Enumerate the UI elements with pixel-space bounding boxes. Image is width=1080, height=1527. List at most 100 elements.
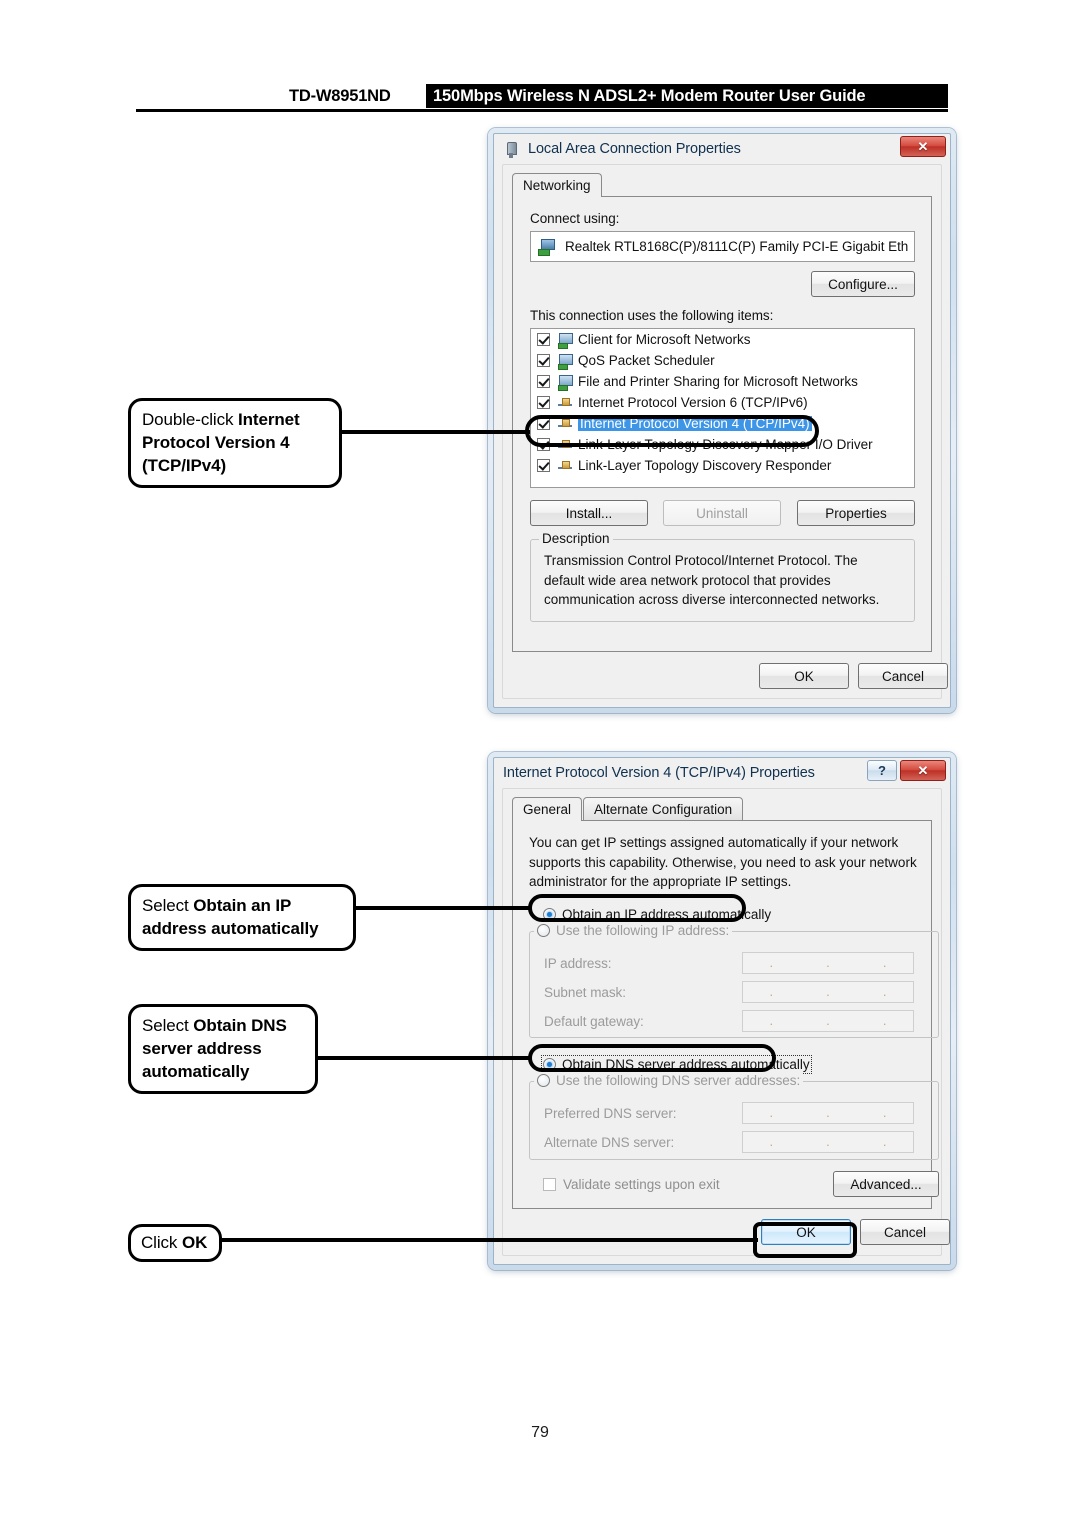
header-model-name: TD-W8951ND — [286, 84, 394, 108]
configure-button[interactable]: Configure... — [811, 271, 915, 297]
dialog1-body: Networking Connect using: Realtek RTL816… — [502, 164, 948, 699]
checkbox-icon[interactable] — [537, 375, 550, 388]
list-item-ipv4[interactable]: Internet Protocol Version 4 (TCP/IPv4) — [531, 413, 914, 434]
dialog2-title: Internet Protocol Version 4 (TCP/IPv4) P… — [503, 765, 815, 781]
list-item-label: Internet Protocol Version 6 (TCP/IPv6) — [578, 395, 808, 410]
list-item[interactable]: Link-Layer Topology Discovery Mapper I/O… — [531, 434, 914, 455]
uninstall-button-label: Uninstall — [696, 505, 748, 521]
header-rule — [136, 109, 948, 112]
list-item-label: Link-Layer Topology Discovery Responder — [578, 458, 832, 473]
intro-text: You can get IP settings assigned automat… — [529, 835, 917, 889]
list-item[interactable]: Link-Layer Topology Discovery Responder — [531, 455, 914, 476]
annotation-select-obtain-dns: Select Obtain DNS server address automat… — [128, 1004, 318, 1094]
monitor-icon — [557, 353, 573, 370]
properties-button[interactable]: Properties — [797, 500, 915, 526]
annotation-double-click-ipv4: Double-click Internet Protocol Version 4… — [128, 398, 342, 488]
annotation-1-plain: Double-click — [142, 410, 239, 429]
network-adapter-icon — [503, 141, 520, 158]
list-item-label: QoS Packet Scheduler — [578, 353, 715, 368]
adapter-name: Realtek RTL8168C(P)/8111C(P) Family PCI-… — [565, 239, 909, 254]
radio-use-following-dns[interactable]: Use the following DNS server addresses: — [534, 1073, 804, 1088]
local-area-connection-properties-window: Local Area Connection Properties ✕ Netwo… — [488, 128, 956, 713]
close-icon[interactable]: ✕ — [900, 760, 946, 781]
close-icon[interactable]: ✕ — [900, 136, 946, 157]
protocol-icon — [557, 459, 573, 473]
dialog1-title: Local Area Connection Properties — [528, 141, 741, 157]
header-guide-title: 150Mbps Wireless N ADSL2+ Modem Router U… — [426, 84, 948, 108]
ip-address-input: ... — [742, 952, 914, 974]
description-text: Transmission Control Protocol/Internet P… — [544, 553, 880, 607]
ok-button[interactable]: OK — [759, 663, 849, 689]
adapter-readonly-field: Realtek RTL8168C(P)/8111C(P) Family PCI-… — [530, 231, 915, 262]
use-following-dns-groupbox: Use the following DNS server addresses: … — [529, 1073, 939, 1160]
dialog1-titlebar[interactable]: Local Area Connection Properties ✕ — [494, 134, 950, 164]
subnet-mask-label: Subnet mask: — [544, 985, 626, 1000]
leader-line-3 — [316, 1056, 532, 1060]
properties-button-label: Properties — [825, 505, 887, 521]
tab-alternate-configuration[interactable]: Alternate Configuration — [583, 797, 744, 820]
checkbox-icon[interactable] — [537, 396, 550, 409]
radio-use-ip-label: Use the following IP address: — [556, 923, 730, 938]
default-gateway-input: ... — [742, 1010, 914, 1032]
leader-line-4 — [218, 1238, 758, 1242]
list-item[interactable]: QoS Packet Scheduler — [531, 350, 914, 371]
validate-settings-checkbox[interactable]: Validate settings upon exit — [543, 1177, 720, 1192]
checkbox-icon[interactable] — [543, 1178, 556, 1191]
alternate-dns-input: ... — [742, 1131, 914, 1153]
monitor-icon — [557, 374, 573, 391]
checkbox-icon[interactable] — [537, 438, 550, 451]
install-button[interactable]: Install... — [530, 500, 648, 526]
ok-button[interactable]: OK — [761, 1219, 851, 1245]
annotation-click-ok: Click OK — [128, 1224, 222, 1262]
list-item-label: Client for Microsoft Networks — [578, 332, 751, 347]
checkbox-icon[interactable] — [537, 333, 550, 346]
radio-icon[interactable] — [543, 1058, 556, 1071]
radio-obtain-ip-automatically[interactable]: Obtain an IP address automatically — [543, 907, 771, 922]
items-label: This connection uses the following items… — [530, 308, 774, 323]
list-item-label: File and Printer Sharing for Microsoft N… — [578, 374, 858, 389]
subnet-mask-input: ... — [742, 981, 914, 1003]
checkbox-icon[interactable] — [537, 459, 550, 472]
list-item[interactable]: File and Printer Sharing for Microsoft N… — [531, 371, 914, 392]
cancel-button[interactable]: Cancel — [858, 663, 948, 689]
ip-address-label: IP address: — [544, 956, 612, 971]
preferred-dns-label: Preferred DNS server: — [544, 1106, 677, 1121]
use-following-ip-groupbox: Use the following IP address: IP address… — [529, 923, 939, 1038]
dialog2-tabstrip: General Alternate Configuration — [512, 797, 932, 821]
annotation-4-plain: Click — [141, 1233, 182, 1252]
advanced-button-label: Advanced... — [850, 1176, 922, 1192]
protocol-icon — [557, 417, 573, 431]
leader-line-1 — [340, 430, 530, 434]
radio-icon[interactable] — [537, 1074, 550, 1087]
protocol-icon — [557, 438, 573, 452]
list-item-label: Link-Layer Topology Discovery Mapper I/O… — [578, 437, 873, 452]
radio-use-following-ip[interactable]: Use the following IP address: — [534, 923, 733, 938]
connect-using-label: Connect using: — [530, 211, 620, 226]
dialog1-tabpanel: Connect using: Realtek RTL8168C(P)/8111C… — [512, 197, 932, 652]
description-legend: Description — [539, 531, 613, 546]
list-item[interactable]: Client for Microsoft Networks — [531, 329, 914, 350]
checkbox-icon[interactable] — [537, 354, 550, 367]
radio-icon[interactable] — [543, 908, 556, 921]
radio-obtain-dns-label: Obtain DNS server address automatically — [562, 1057, 810, 1072]
tab-networking[interactable]: Networking — [512, 173, 602, 197]
network-items-listbox[interactable]: Client for Microsoft Networks QoS Packet… — [530, 328, 915, 488]
dialog2-frame: Internet Protocol Version 4 (TCP/IPv4) P… — [493, 757, 951, 1265]
dialog2-tabpanel: You can get IP settings assigned automat… — [512, 821, 939, 1209]
ipv4-properties-window: Internet Protocol Version 4 (TCP/IPv4) P… — [488, 752, 956, 1270]
list-item[interactable]: Internet Protocol Version 6 (TCP/IPv6) — [531, 392, 914, 413]
advanced-button[interactable]: Advanced... — [833, 1171, 939, 1197]
checkbox-icon[interactable] — [537, 417, 550, 430]
radio-use-dns-label: Use the following DNS server addresses: — [556, 1073, 801, 1088]
page-header: TD-W8951ND 150Mbps Wireless N ADSL2+ Mod… — [0, 84, 1080, 120]
help-icon[interactable]: ? — [867, 760, 897, 781]
tab-general[interactable]: General — [512, 797, 583, 821]
list-item-label: Internet Protocol Version 4 (TCP/IPv4) — [578, 416, 812, 431]
cancel-button[interactable]: Cancel — [860, 1219, 950, 1245]
validate-settings-label: Validate settings upon exit — [563, 1177, 720, 1192]
radio-obtain-dns-automatically[interactable]: Obtain DNS server address automatically — [541, 1055, 812, 1074]
dialog1-frame: Local Area Connection Properties ✕ Netwo… — [493, 133, 951, 708]
dialog2-titlebar[interactable]: Internet Protocol Version 4 (TCP/IPv4) P… — [494, 758, 950, 788]
protocol-icon — [557, 396, 573, 410]
radio-icon[interactable] — [537, 924, 550, 937]
